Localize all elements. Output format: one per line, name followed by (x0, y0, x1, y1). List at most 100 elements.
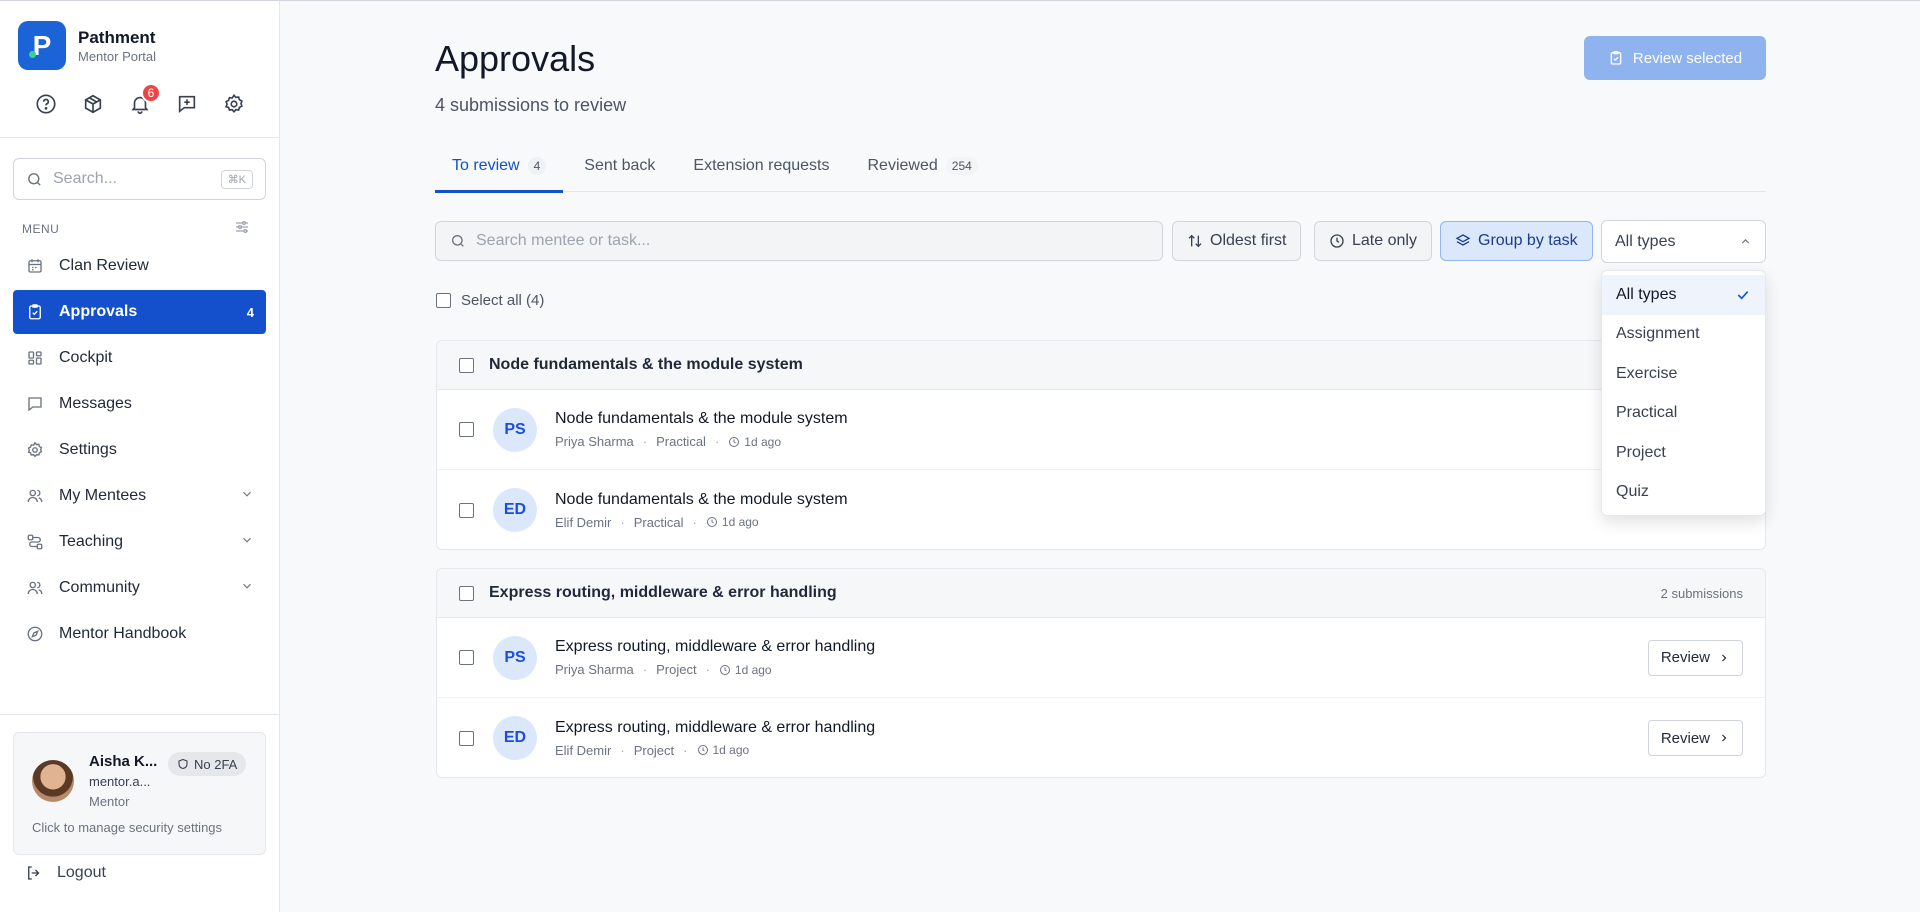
community-icon (25, 578, 45, 598)
sidebar-item-approvals[interactable]: Approvals 4 (13, 290, 266, 334)
option-label: Exercise (1616, 364, 1678, 382)
submitted-time: 1d ago (712, 743, 750, 757)
tab-to-review[interactable]: To review 4 (435, 150, 564, 193)
sidebar-item-cockpit[interactable]: Cockpit (13, 336, 266, 380)
submission-type: Project (656, 662, 697, 677)
sidebar-item-label: Messages (59, 395, 132, 412)
submission-count: 2 submissions (1660, 585, 1743, 601)
sidebar-item-label: My Mentees (59, 487, 147, 504)
type-option-assignment[interactable]: Assignment (1602, 315, 1765, 355)
submission-title[interactable]: Node fundamentals & the module system (555, 410, 1743, 428)
clock-icon (719, 664, 731, 676)
group-by-task-label: Group by task (1478, 232, 1578, 249)
review-button-label: Review (1660, 649, 1710, 666)
search-shortcut-hint: ⌘K (220, 169, 253, 189)
two-factor-label: No 2FA (194, 756, 238, 772)
sidebar-item-settings[interactable]: Settings (13, 428, 266, 472)
package-icon[interactable] (78, 89, 108, 119)
mentee-search-input[interactable]: Search mentee or task... (435, 221, 1163, 261)
brand[interactable]: P Pathment Mentor Portal (18, 21, 156, 70)
row-checkbox[interactable] (459, 422, 474, 437)
row-checkbox[interactable] (459, 650, 474, 665)
type-filter-dropdown: All types Assignment Exercise Practical … (1601, 270, 1766, 516)
review-selected-button[interactable]: Review selected (1584, 36, 1766, 80)
group-checkbox[interactable] (459, 585, 474, 601)
submission-title[interactable]: Node fundamentals & the module system (555, 491, 1743, 509)
select-all[interactable]: Select all (4) (436, 292, 544, 309)
late-only-button[interactable]: Late only (1314, 221, 1432, 261)
search-icon (452, 235, 464, 247)
avatar: ED (493, 488, 537, 532)
type-option-project[interactable]: Project (1602, 433, 1765, 473)
sidebar-search-input[interactable]: Search... ⌘K (13, 158, 266, 200)
type-option-practical[interactable]: Practical (1602, 394, 1765, 434)
user-card[interactable]: Aisha K... mentor.a... Mentor No 2FA Cli… (13, 732, 266, 855)
sliders-icon[interactable] (234, 219, 250, 240)
type-filter-select[interactable]: All types (1601, 220, 1766, 263)
clock-icon (706, 516, 718, 528)
sidebar-item-community[interactable]: Community (13, 566, 266, 610)
user-role: Mentor (89, 794, 130, 809)
gear-icon[interactable] (219, 89, 249, 119)
separator: · (683, 742, 688, 758)
mentee-name: Elif Demir (555, 514, 612, 530)
chevron-right-icon (1722, 654, 1727, 661)
review-button[interactable]: Review (1647, 720, 1743, 756)
sidebar-divider (0, 714, 279, 715)
late-only-label: Late only (1352, 232, 1417, 249)
separator: · (620, 514, 625, 530)
row-checkbox[interactable] (459, 502, 474, 518)
layers-icon (1455, 234, 1471, 246)
chevron-right-icon (1722, 734, 1727, 742)
sidebar-item-messages[interactable]: Messages (13, 382, 266, 426)
row-checkbox[interactable] (459, 730, 474, 746)
type-option-quiz[interactable]: Quiz (1602, 473, 1765, 513)
message-icon (25, 394, 45, 414)
submission-title[interactable]: Express routing, middleware & error hand… (555, 719, 1648, 737)
avatar: ED (493, 716, 537, 760)
review-button[interactable]: Review (1647, 639, 1743, 676)
type-option-exercise[interactable]: Exercise (1602, 354, 1765, 394)
new-message-icon[interactable] (172, 89, 202, 119)
submission-type: Practical (656, 434, 706, 449)
group-checkbox[interactable] (459, 357, 474, 373)
sidebar-item-my-mentees[interactable]: My Mentees (13, 474, 266, 518)
submitted-time: 1d ago (744, 434, 781, 449)
sort-button[interactable]: Oldest first (1172, 221, 1302, 261)
tab-label: To review (452, 157, 520, 174)
select-all-checkbox[interactable] (436, 293, 451, 308)
separator: · (642, 662, 648, 677)
sidebar: P Pathment Mentor Portal 6 Search... ⌘K … (0, 1, 280, 912)
type-filter-value: All types (1615, 232, 1676, 250)
tab-extension-requests[interactable]: Extension requests (676, 150, 846, 192)
clock-icon (728, 436, 740, 448)
sidebar-item-clan-review[interactable]: Clan Review (13, 244, 266, 288)
separator: · (692, 514, 697, 530)
help-icon[interactable] (31, 89, 61, 119)
sidebar-item-label: Approvals (59, 303, 138, 320)
sidebar-item-mentor-handbook[interactable]: Mentor Handbook (13, 612, 266, 656)
submission-title[interactable]: Express routing, middleware & error hand… (555, 638, 1648, 656)
notifications-bell-icon[interactable]: 6 (125, 83, 161, 119)
avatar: PS (493, 407, 537, 452)
logout-button[interactable]: Logout (25, 864, 106, 882)
tab-reviewed[interactable]: Reviewed 254 (851, 150, 995, 192)
sort-arrows-icon (1188, 234, 1202, 248)
separator: · (620, 742, 625, 758)
sidebar-item-teaching[interactable]: Teaching (13, 520, 266, 564)
task-group-title: Express routing, middleware & error hand… (489, 584, 837, 601)
separator: · (642, 434, 648, 449)
review-button-label: Review (1660, 729, 1710, 747)
option-label: Practical (1616, 404, 1678, 422)
type-option-all-types[interactable]: All types (1602, 275, 1765, 315)
tab-sent-back[interactable]: Sent back (567, 150, 672, 192)
group-by-task-toggle[interactable]: Group by task (1440, 221, 1593, 261)
notification-count-badge: 6 (141, 83, 161, 103)
review-selected-label: Review selected (1632, 49, 1743, 67)
avatar: PS (493, 635, 537, 680)
select-all-label: Select all (4) (461, 292, 545, 309)
mentee-name: Priya Sharma (555, 662, 634, 677)
separator: · (705, 662, 710, 677)
calendar-icon (25, 256, 45, 276)
avatar (32, 760, 74, 802)
